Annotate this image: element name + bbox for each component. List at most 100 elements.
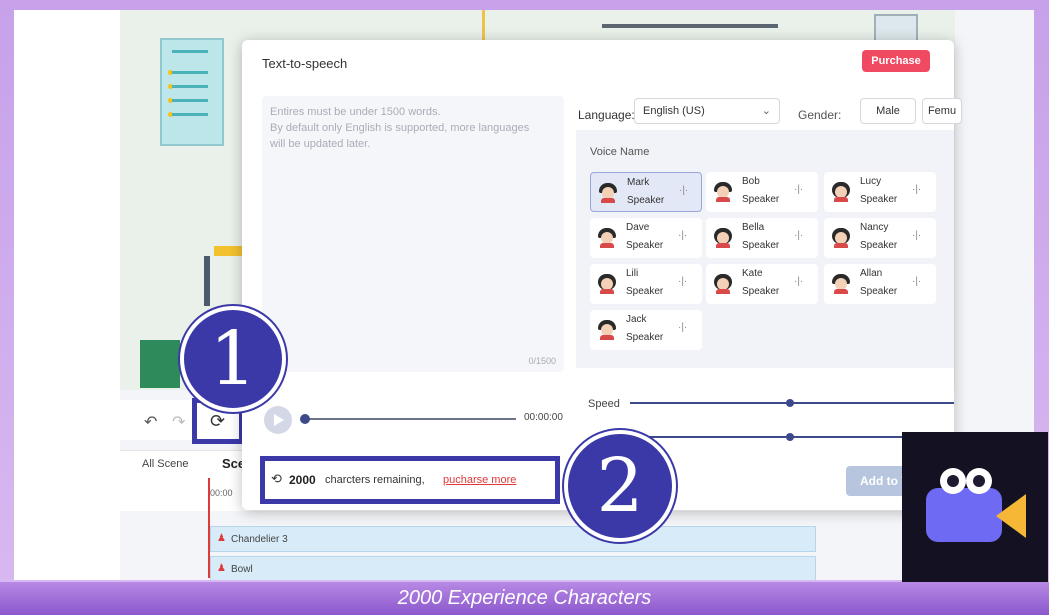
tts-text-input[interactable]: Entires must be under 1500 words. By def… <box>262 96 564 372</box>
audio-progress-knob[interactable] <box>300 414 310 424</box>
audio-time: 00:00:00 <box>524 412 563 423</box>
voice-name: Dave <box>626 222 650 233</box>
placeholder-line: will be updated later. <box>270 138 371 150</box>
ceiling-lamp-illustration <box>602 10 778 28</box>
voice-role: Speaker <box>742 240 780 251</box>
video-caption: 2000 Experience Characters <box>397 587 652 609</box>
speed-slider-knob[interactable] <box>786 399 794 407</box>
voice-name: Lili <box>626 268 639 279</box>
remaining-text: charcters remaining, <box>325 474 425 486</box>
voice-card-allan[interactable]: Allan Speaker ·|· <box>824 264 936 304</box>
characters-remaining: ⟲ 2000 charcters remaining, pucharse mor… <box>260 456 560 504</box>
play-button[interactable] <box>264 406 292 434</box>
sound-wave-icon[interactable]: ·|· <box>678 276 687 287</box>
voice-role: Speaker <box>860 240 898 251</box>
voice-card-jack[interactable]: Jack Speaker ·|· <box>590 310 702 350</box>
voice-role: Speaker <box>626 286 664 297</box>
voice-name: Jack <box>626 314 647 325</box>
language-value: English (US) <box>643 105 705 117</box>
voice-card-bob[interactable]: Bob Speaker ·|· <box>706 172 818 212</box>
camera-icon <box>926 488 1002 542</box>
all-scene-tab[interactable]: All Scene <box>142 458 188 470</box>
eye-icon <box>966 468 992 494</box>
sound-wave-icon[interactable]: ·|· <box>678 230 687 241</box>
avatar <box>714 274 732 294</box>
sound-wave-icon[interactable]: ·|· <box>794 230 803 241</box>
sound-wave-icon[interactable]: ·|· <box>678 322 687 333</box>
lamp-stem-illustration <box>482 10 485 40</box>
voice-card-lucy[interactable]: Lucy Speaker ·|· <box>824 172 936 212</box>
voice-card-bella[interactable]: Bella Speaker ·|· <box>706 218 818 258</box>
sound-wave-icon[interactable]: ·|· <box>912 184 921 195</box>
person-icon: ♟ <box>217 533 226 544</box>
refresh-icon[interactable]: ⟲ <box>271 471 282 487</box>
timeline-time-label: 00:00 <box>210 488 233 498</box>
notice-board-illustration <box>160 38 224 146</box>
sound-wave-icon[interactable]: ·|· <box>794 276 803 287</box>
sound-wave-icon[interactable]: ·|· <box>679 185 688 196</box>
play-icon <box>274 414 284 426</box>
voice-name: Allan <box>860 268 883 279</box>
sound-wave-icon[interactable]: ·|· <box>794 184 803 195</box>
voice-name: Kate <box>742 268 763 279</box>
avatar <box>598 320 616 340</box>
sound-wave-icon[interactable]: ·|· <box>912 276 921 287</box>
placeholder-line: By default only English is supported, mo… <box>270 122 530 134</box>
video-frame: ↶ ↷ ⟳ All Scene Sce 00:00 ♟ Chandelier 3… <box>14 10 1034 580</box>
avatar <box>714 182 732 202</box>
app-logo <box>902 432 1048 582</box>
voice-name: Lucy <box>860 176 882 187</box>
avatar <box>832 182 850 202</box>
callout-number-1: 1 <box>180 306 286 412</box>
speed-label: Speed <box>588 398 620 410</box>
callout-number-2: 2 <box>564 430 676 542</box>
voice-role: Speaker <box>627 195 665 206</box>
voice-card-mark[interactable]: Mark Speaker ·|· <box>590 172 702 212</box>
voice-card-kate[interactable]: Kate Speaker ·|· <box>706 264 818 304</box>
avatar <box>832 274 850 294</box>
voice-role: Speaker <box>626 240 664 251</box>
redo-icon[interactable]: ↷ <box>172 412 185 432</box>
timeline-track[interactable]: ♟ Bowl <box>210 556 816 580</box>
track-label: Chandelier 3 <box>231 534 288 545</box>
purchase-button[interactable]: Purchase <box>862 50 930 72</box>
gender-male-button[interactable]: Male <box>860 98 916 124</box>
timeline-track[interactable]: ♟ Chandelier 3 <box>210 526 816 552</box>
sound-wave-icon[interactable]: ·|· <box>912 230 921 241</box>
avatar <box>598 274 616 294</box>
avatar <box>598 228 616 248</box>
voice-role: Speaker <box>742 194 780 205</box>
voice-name: Nancy <box>860 222 889 233</box>
voice-name-header: Voice Name <box>590 146 650 158</box>
eye-icon <box>940 468 966 494</box>
voice-role: Speaker <box>860 286 898 297</box>
language-select[interactable]: English (US) ⌄ <box>634 98 780 124</box>
voice-card-nancy[interactable]: Nancy Speaker ·|· <box>824 218 936 258</box>
person-icon: ♟ <box>217 563 226 574</box>
voice-name: Mark <box>627 177 650 188</box>
camera-lens-icon <box>996 494 1026 538</box>
gender-female-button[interactable]: Femu <box>922 98 962 124</box>
purchase-more-link[interactable]: pucharse more <box>443 474 516 486</box>
placeholder-line: Entires must be under 1500 words. <box>270 106 441 118</box>
voice-role: Speaker <box>860 194 898 205</box>
audio-progress-bar[interactable] <box>300 414 516 424</box>
voice-role: Speaker <box>742 286 780 297</box>
undo-icon[interactable]: ↶ <box>144 412 157 432</box>
left-panel <box>14 10 120 580</box>
language-label: Language: <box>578 108 635 122</box>
avatar <box>832 228 850 248</box>
green-object-illustration <box>140 340 180 388</box>
avatar <box>599 183 617 203</box>
voice-role: Speaker <box>626 332 664 343</box>
speed-slider[interactable] <box>630 399 954 407</box>
refresh-icon: ⟳ <box>210 411 226 431</box>
volume-slider-knob[interactable] <box>786 433 794 441</box>
dialog-title: Text-to-speech <box>262 56 348 71</box>
remaining-count: 2000 <box>289 473 316 487</box>
char-count: 0/1500 <box>528 356 556 366</box>
voice-name: Bob <box>742 176 760 187</box>
voice-card-lili[interactable]: Lili Speaker ·|· <box>590 264 702 304</box>
voice-card-dave[interactable]: Dave Speaker ·|· <box>590 218 702 258</box>
voice-name: Bella <box>742 222 765 233</box>
